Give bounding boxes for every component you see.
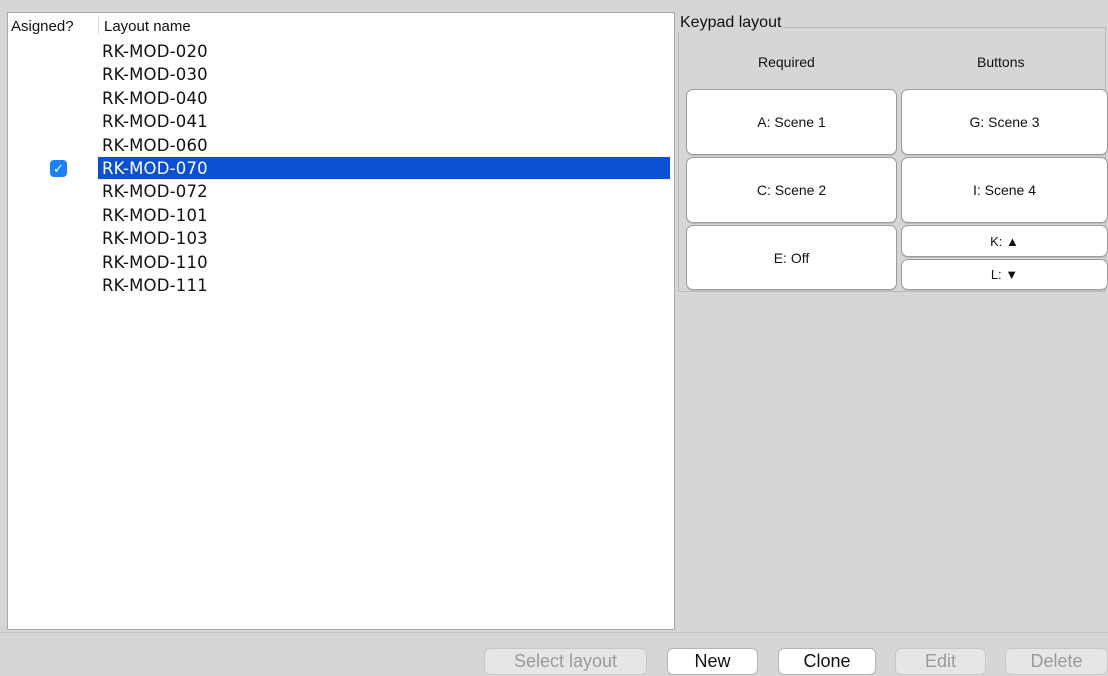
layout-name-cell: RK-MOD-101 [102,205,208,225]
table-header: Asigned? Layout name [8,13,674,37]
layout-name-cell: RK-MOD-103 [102,229,208,249]
table-row[interactable]: ✓ RK-MOD-070 [8,156,674,180]
table-row[interactable]: RK-MOD-101 [8,204,674,227]
table-row[interactable]: RK-MOD-110 [8,251,674,274]
column-header-assigned[interactable]: Asigned? [11,18,74,35]
layout-name-cell: RK-MOD-020 [102,42,208,61]
keypad-button-a[interactable]: A: Scene 1 [686,89,897,155]
table-row[interactable]: RK-MOD-072 [8,180,674,203]
layout-name-cell: RK-MOD-060 [102,135,208,155]
table-row[interactable]: RK-MOD-111 [8,274,674,297]
keypad-button-k[interactable]: K: ▲ [901,225,1108,257]
layout-name-cell: RK-MOD-072 [102,182,208,202]
table-row[interactable]: RK-MOD-020 [8,40,674,63]
layout-name-cell: RK-MOD-040 [102,88,208,108]
clone-button[interactable]: Clone [778,648,876,675]
table-row[interactable]: RK-MOD-040 [8,87,674,110]
layout-table[interactable]: Asigned? Layout name RK-MOD-020 RK-MOD-03… [7,12,675,630]
column-divider [98,17,99,34]
keypad-button-g[interactable]: G: Scene 3 [901,89,1108,155]
delete-button[interactable]: Delete [1005,648,1108,675]
assigned-checkbox[interactable]: ✓ [50,159,67,177]
table-row[interactable]: RK-MOD-041 [8,110,674,133]
table-row[interactable]: RK-MOD-030 [8,63,674,86]
select-layout-button[interactable]: Select layout [484,648,647,675]
layout-name-cell: RK-MOD-041 [102,112,208,132]
table-row[interactable]: RK-MOD-060 [8,134,674,157]
layout-name-cell: RK-MOD-111 [102,275,208,295]
keypad-button-c[interactable]: C: Scene 2 [686,157,897,223]
layout-name-cell: RK-MOD-070 [102,158,208,178]
keypad-button-l[interactable]: L: ▼ [901,259,1108,290]
buttons-column-label: Buttons [977,54,1025,70]
table-row[interactable]: RK-MOD-103 [8,227,674,250]
keypad-button-e[interactable]: E: Off [686,225,897,290]
edit-button[interactable]: Edit [895,648,986,675]
required-column-label: Required [758,54,815,70]
layout-name-cell: RK-MOD-110 [102,252,208,272]
column-header-layout-name[interactable]: Layout name [104,18,191,35]
table-rows: RK-MOD-020 RK-MOD-030 RK-MOD-040 RK-MOD-041… [8,40,674,297]
keypad-layout-title: Keypad layout [678,14,784,32]
new-button[interactable]: New [667,648,758,675]
layout-name-cell: RK-MOD-030 [102,65,208,85]
keypad-button-i[interactable]: I: Scene 4 [901,157,1108,223]
